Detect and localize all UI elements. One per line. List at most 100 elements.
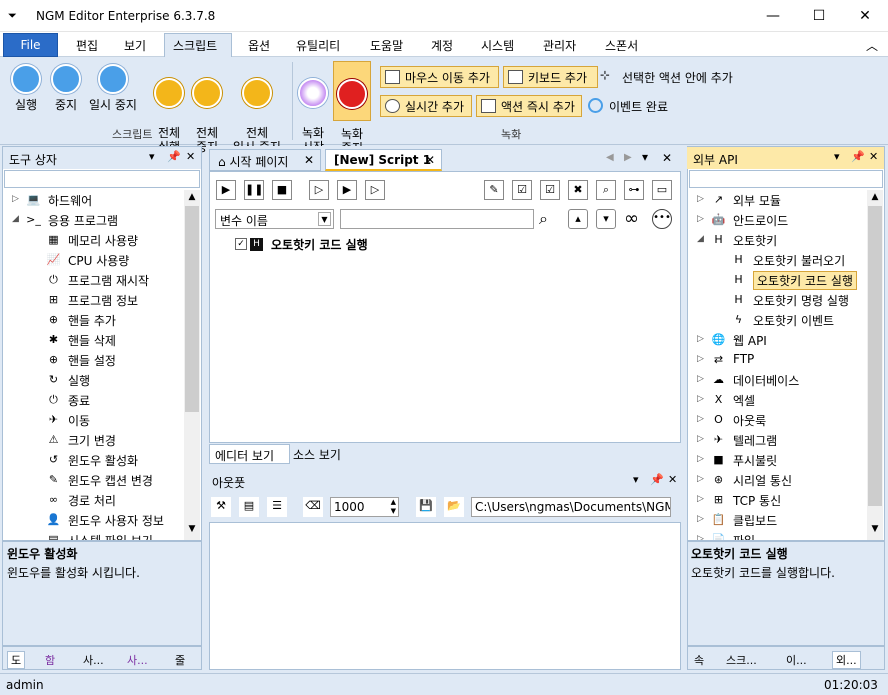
expand-toggle-icon[interactable]: ▷	[697, 414, 707, 424]
run-icon[interactable]: ▶	[216, 180, 236, 200]
toolbox-item[interactable]: ◢ >_ 응용 프로그램	[4, 211, 184, 231]
expand-toggle-icon[interactable]: ▷	[697, 394, 707, 404]
add-action-now-button[interactable]: 액션 즉시 추가	[476, 95, 582, 117]
pause-icon[interactable]: ❚❚	[244, 180, 264, 200]
expand-toggle-icon[interactable]: ◢	[12, 214, 22, 224]
toolbox-item[interactable]: ⚠ 크기 변경	[4, 431, 184, 451]
add-keyboard-button[interactable]: 키보드 추가	[503, 66, 598, 88]
expand-toggle-icon[interactable]: ▷	[697, 474, 707, 484]
variable-select[interactable]: 변수 이름 ▼	[215, 209, 334, 229]
check-icon[interactable]: ☑	[540, 180, 560, 200]
expand-toggle-icon[interactable]: ▷	[697, 494, 707, 504]
pin-icon[interactable]: 📌	[851, 150, 865, 163]
close-icon[interactable]: ✕	[869, 150, 878, 163]
tab-editor-view[interactable]: 에디터 보기	[209, 444, 290, 464]
toolbox-item[interactable]: ▷ 💻 하드웨어	[4, 191, 184, 211]
app-menu-icon[interactable]: ⏷	[8, 9, 17, 23]
toolbox-item[interactable]: ▦ 메모리 사용량	[4, 231, 184, 251]
move-up-icon[interactable]: ▴	[568, 209, 588, 229]
toolbox-item[interactable]: 👤 윈도우 사용자 정보	[4, 511, 184, 531]
expand-toggle-icon[interactable]: ▷	[697, 334, 707, 344]
step-over-icon[interactable]: ▶	[337, 180, 357, 200]
toolbox-item[interactable]: ⊕ 핸들 추가	[4, 311, 184, 331]
api-item[interactable]: ▷ ☁ 데이터베이스	[689, 371, 867, 391]
stepper-arrows-icon[interactable]: ▲ ▼	[391, 498, 396, 516]
stop-button[interactable]: 중지	[48, 64, 84, 112]
folder-icon[interactable]: 📂	[444, 497, 464, 517]
close-tab-icon[interactable]: ✕	[304, 153, 314, 167]
toolbox-scrollbar[interactable]: ▲ ▼	[184, 190, 200, 540]
menu-script[interactable]: 스크립트	[173, 37, 217, 54]
toolbox-item[interactable]: ↻ 실행	[4, 371, 184, 391]
api-item[interactable]: ▷ 🤖 안드로이드	[689, 211, 867, 231]
output-log-area[interactable]	[209, 522, 681, 670]
tab-properties[interactable]: 속	[694, 652, 704, 668]
tab-toolbox[interactable]: 도	[7, 651, 26, 669]
menu-sponsor[interactable]: 스폰서	[605, 37, 638, 54]
dropdown-icon[interactable]: ▾	[149, 150, 155, 163]
api-item[interactable]: ▷ ✈ 텔레그램	[689, 431, 867, 451]
menu-utility[interactable]: 유틸리티	[296, 37, 340, 54]
script-node-label[interactable]: 오토핫키 코드 실행	[271, 236, 368, 253]
menu-account[interactable]: 계정	[431, 37, 453, 54]
tab-user-1[interactable]: 사...	[83, 652, 104, 668]
api-item[interactable]: ▷ O 아웃룩	[689, 411, 867, 431]
pin-icon[interactable]: 📌	[650, 473, 664, 486]
api-item[interactable]: ▷ X 엑셀	[689, 391, 867, 411]
scroll-up-icon[interactable]: ▲	[867, 192, 883, 202]
api-item[interactable]: ▷ ⊞ TCP 통신	[689, 491, 867, 511]
toolbox-item[interactable]: ✎ 윈도우 캡션 변경	[4, 471, 184, 491]
tab-right-icon[interactable]: ▶	[624, 152, 632, 163]
tab-line[interactable]: 줄	[175, 652, 185, 668]
add-realtime-button[interactable]: 실시간 추가	[380, 95, 472, 117]
api-item[interactable]: ◢ H 오토핫키	[689, 231, 867, 251]
lines-icon[interactable]: ☰	[267, 497, 287, 517]
tab-images[interactable]: 이...	[786, 652, 807, 668]
edit-icon[interactable]: ✎	[484, 180, 504, 200]
api-item[interactable]: ▷ 📋 클립보드	[689, 511, 867, 531]
toolbox-item[interactable]: ✈ 이동	[4, 411, 184, 431]
api-scrollbar[interactable]: ▲ ▼	[867, 190, 883, 540]
expand-toggle-icon[interactable]: ◢	[697, 234, 707, 244]
toolbox-item[interactable]: ▤ 시스템 파일 보기	[4, 531, 184, 540]
move-down-icon[interactable]: ▾	[596, 209, 616, 229]
toolbox-item[interactable]: ∞ 경로 처리	[4, 491, 184, 511]
dropdown-icon[interactable]: ▾	[834, 150, 840, 163]
find-icon[interactable]: ⌕	[596, 180, 616, 200]
variable-search-input[interactable]	[340, 209, 534, 229]
record-start-button[interactable]: 녹화 시작	[298, 64, 328, 154]
all-stop-button[interactable]: 전체 중지	[190, 64, 224, 154]
step-icon[interactable]: ▷	[309, 180, 329, 200]
new-log-icon[interactable]: ▤	[239, 497, 259, 517]
loop-icon[interactable]: ∞	[624, 208, 639, 229]
tab-functions[interactable]: 함	[45, 652, 55, 668]
api-item[interactable]: ▷ ■ 푸시불릿	[689, 451, 867, 471]
expand-toggle-icon[interactable]: ▷	[697, 354, 707, 364]
close-button[interactable]: ✕	[842, 0, 888, 32]
file-menu-button[interactable]: File	[3, 33, 58, 57]
search-icon[interactable]: ⌕	[539, 209, 548, 229]
maximize-button[interactable]: ☐	[796, 0, 842, 32]
expand-toggle-icon[interactable]: ▷	[697, 194, 707, 204]
expand-toggle-icon[interactable]: ▷	[697, 434, 707, 444]
menu-options[interactable]: 옵션	[248, 37, 270, 54]
record-stop-button[interactable]: 녹화 중지	[333, 61, 371, 155]
stop-icon[interactable]: ■	[272, 180, 292, 200]
clean-icon[interactable]: ⚒	[211, 497, 231, 517]
scroll-up-icon[interactable]: ▲	[184, 192, 200, 202]
tab-external-api[interactable]: 외...	[832, 651, 861, 669]
eraser-icon[interactable]: ⌫	[303, 497, 323, 517]
pin-icon[interactable]: 📌	[167, 150, 181, 163]
computer-icon[interactable]: ▭	[652, 180, 672, 200]
minimize-button[interactable]: —	[750, 0, 796, 32]
tab-source-view[interactable]: 소스 보기	[290, 444, 348, 464]
tree-icon[interactable]: ⊶	[624, 180, 644, 200]
menu-admin[interactable]: 관리자	[543, 37, 576, 54]
api-item[interactable]: ▷ ⇄ FTP	[689, 351, 867, 371]
tab-list-icon[interactable]: ▾	[642, 150, 648, 164]
expand-toggle-icon[interactable]: ▷	[12, 194, 22, 204]
check-all-icon[interactable]: ☑	[512, 180, 532, 200]
menu-help[interactable]: 도움말	[370, 37, 403, 54]
pause-button[interactable]: 일시 중지	[86, 64, 140, 112]
toolbox-item[interactable]: ⏻ 종료	[4, 391, 184, 411]
